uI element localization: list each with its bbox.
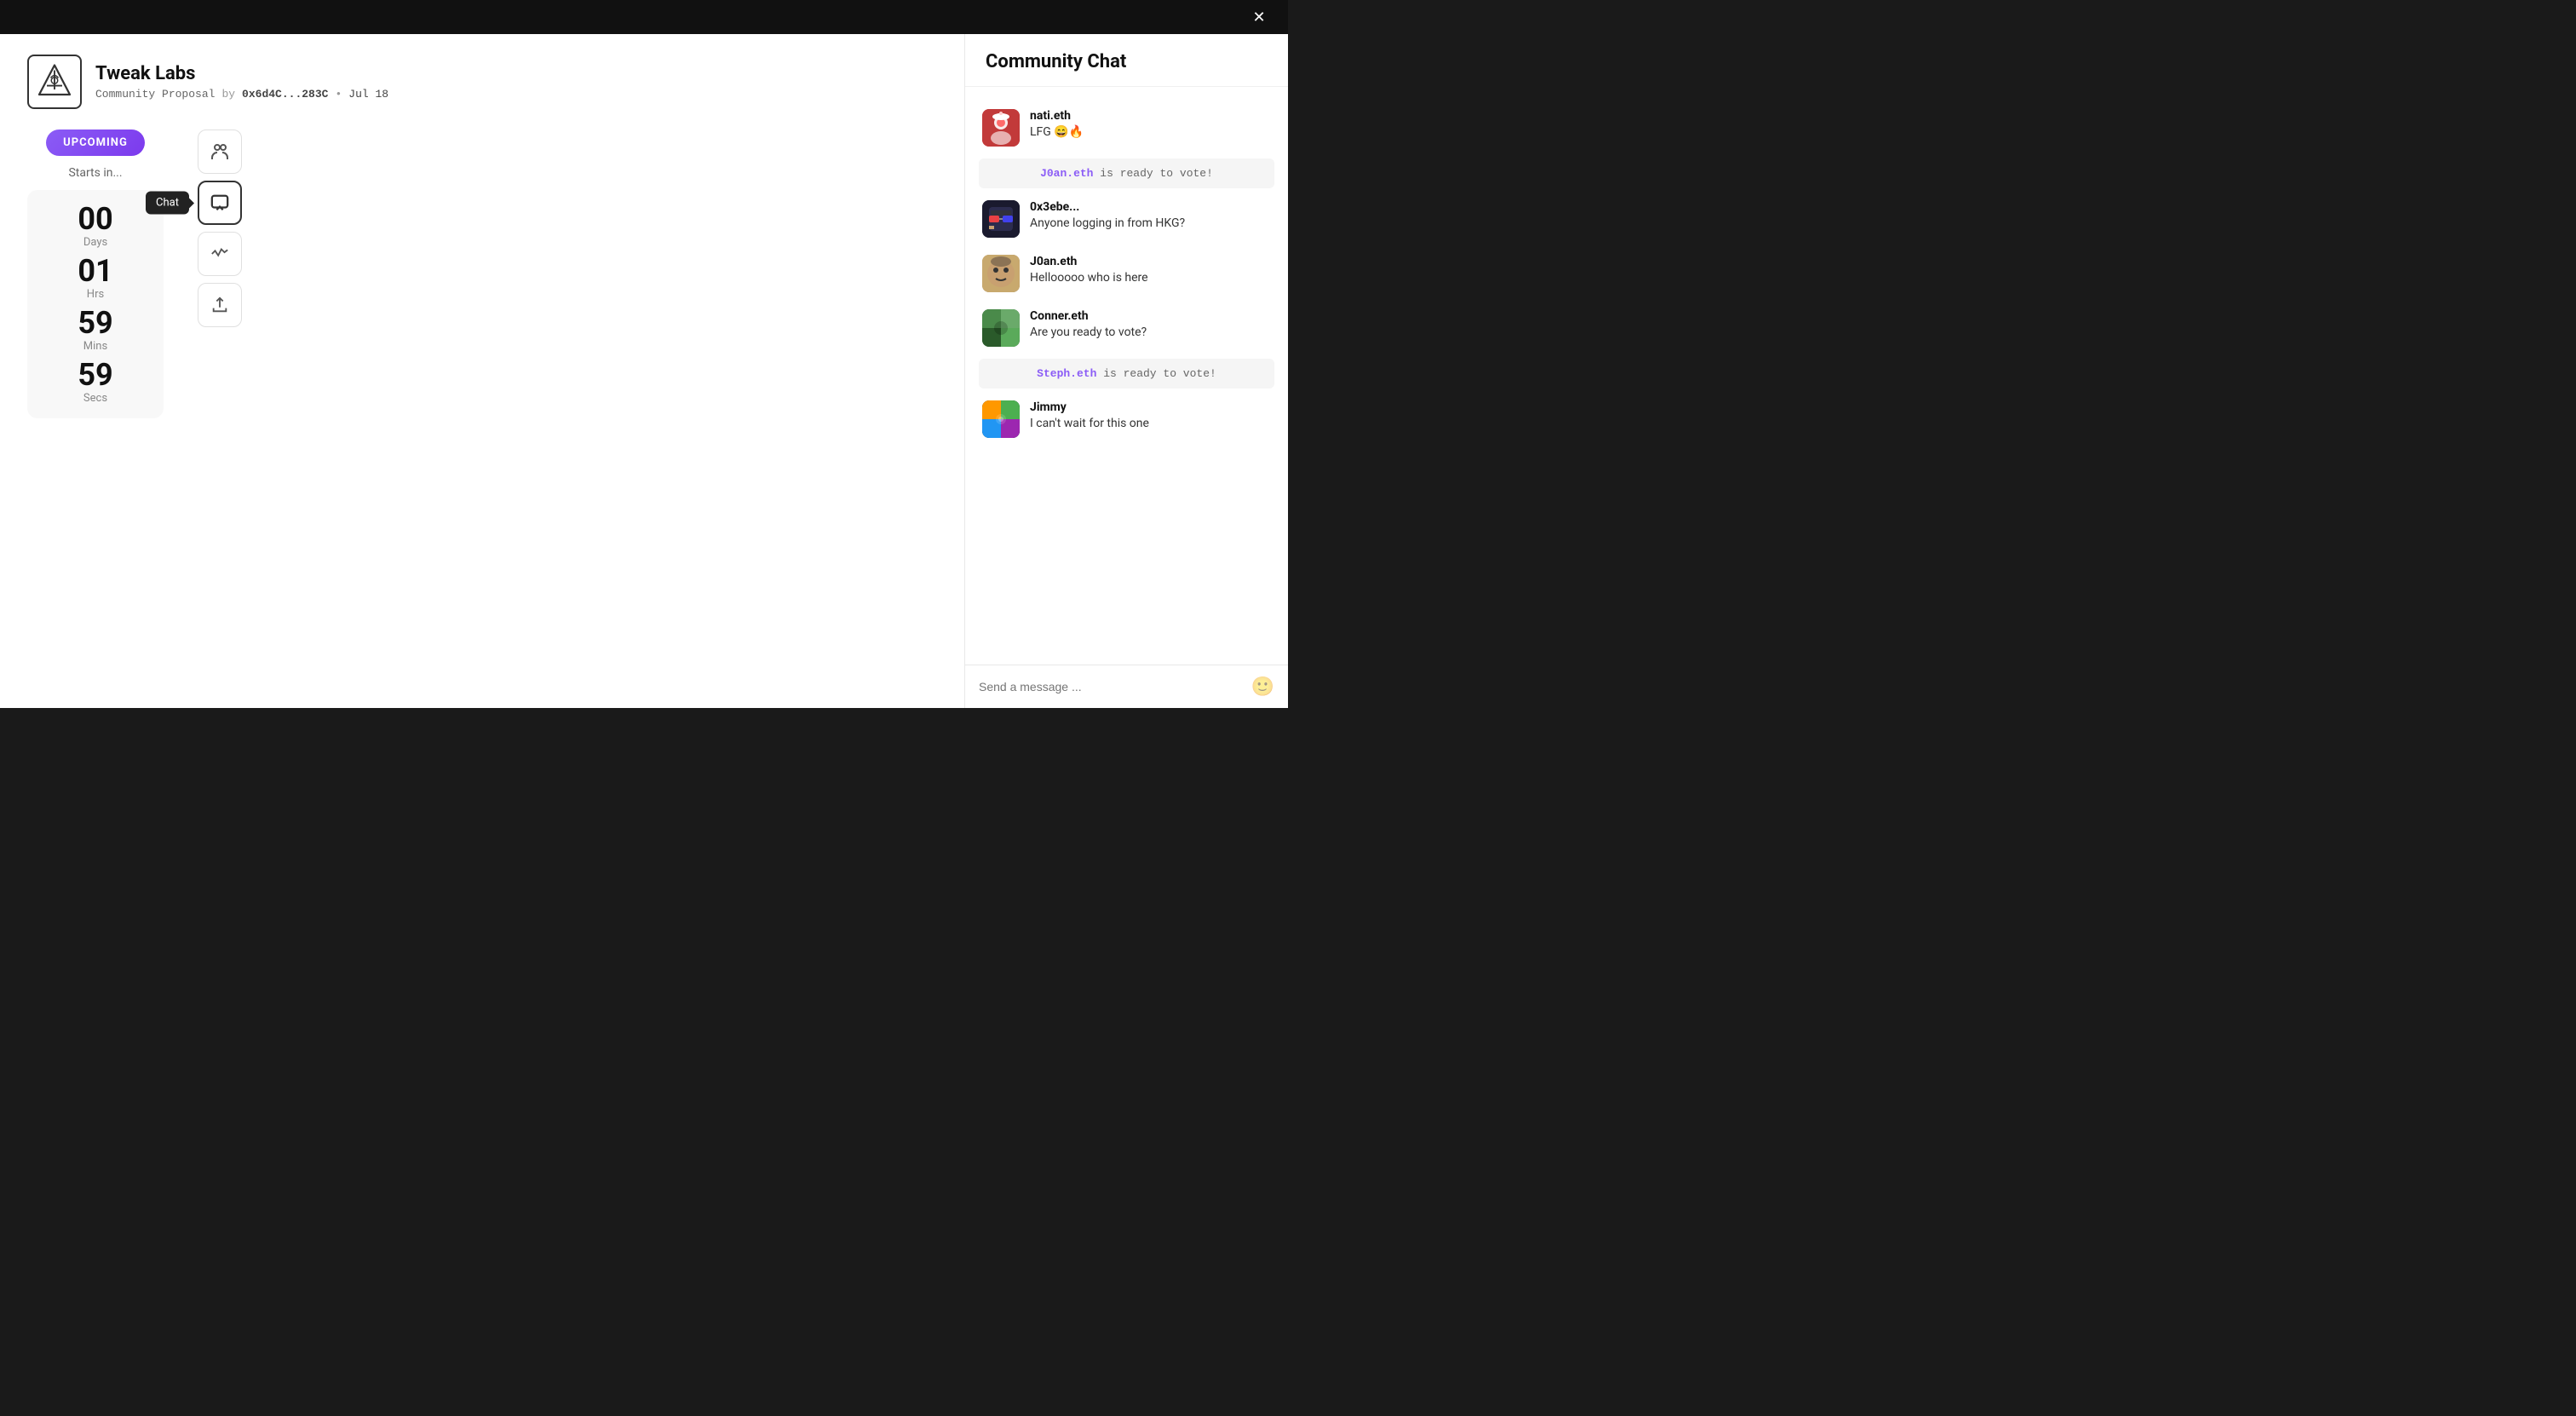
avatar-conner-image xyxy=(982,309,1020,347)
mins-value: 59 xyxy=(78,308,112,338)
message-text-2: Anyone logging in from HKG? xyxy=(1030,216,1185,230)
main-container: Tweak Labs Community Proposal by 0x6d4C.… xyxy=(0,34,1288,708)
activity-button[interactable] xyxy=(198,232,242,276)
image-section-wrapper: Chat xyxy=(184,130,242,445)
system-address-1: J0an.eth xyxy=(1040,167,1093,180)
chat-icon xyxy=(210,193,229,212)
countdown-grid: 00 Days 01 Hrs 59 Mins 59 Secs xyxy=(27,190,164,418)
message-content-1: nati.eth LFG 😄🔥 xyxy=(1030,109,1084,139)
chat-message-5: Jimmy I can't wait for this one xyxy=(965,392,1288,446)
system-text-2: is ready to vote! xyxy=(1096,367,1216,380)
countdown-secs: 59 Secs xyxy=(44,360,147,405)
system-message-2: Steph.eth is ready to vote! xyxy=(979,359,1274,389)
proposal-header: Tweak Labs Community Proposal by 0x6d4C.… xyxy=(27,55,937,109)
system-message-1: J0an.eth is ready to vote! xyxy=(979,158,1274,188)
proposal-title: Tweak Labs xyxy=(95,63,388,84)
message-content-3: J0an.eth Hellooooo who is here xyxy=(1030,255,1148,285)
secs-value: 59 xyxy=(78,360,112,390)
message-text-5: I can't wait for this one xyxy=(1030,417,1149,430)
activity-icon xyxy=(210,245,229,263)
message-username-3: J0an.eth xyxy=(1030,255,1148,268)
share-button[interactable] xyxy=(198,283,242,327)
system-text-1: is ready to vote! xyxy=(1093,167,1212,180)
message-content-4: Conner.eth Are you ready to vote? xyxy=(1030,309,1147,339)
avatar-jimmy-image xyxy=(982,400,1020,438)
chat-message-4: Conner.eth Are you ready to vote? xyxy=(965,301,1288,355)
message-username-1: nati.eth xyxy=(1030,109,1084,123)
chat-message-2: 0x3ebe... Anyone logging in from HKG? xyxy=(965,192,1288,246)
people-icon xyxy=(210,141,230,162)
starts-in-label: Starts in... xyxy=(68,166,122,180)
chat-input[interactable] xyxy=(979,680,1243,694)
system-address-2: Steph.eth xyxy=(1037,367,1096,380)
chat-button-wrapper: Chat xyxy=(198,181,242,225)
secs-label: Secs xyxy=(83,392,107,405)
emoji-button[interactable]: 🙂 xyxy=(1251,676,1274,698)
avatar-0x3ebe-image xyxy=(982,200,1020,238)
message-username-2: 0x3ebe... xyxy=(1030,200,1185,214)
chat-message-3: J0an.eth Hellooooo who is here xyxy=(965,246,1288,301)
message-text-4: Are you ready to vote? xyxy=(1030,325,1147,339)
countdown-section: UPCOMING Starts in... 00 Days 01 Hrs 59 … xyxy=(27,130,164,418)
content-area: UPCOMING Starts in... 00 Days 01 Hrs 59 … xyxy=(27,130,937,445)
message-text-1: LFG 😄🔥 xyxy=(1030,125,1084,139)
chat-button[interactable] xyxy=(198,181,242,225)
avatar-nati xyxy=(982,109,1020,147)
message-content-5: Jimmy I can't wait for this one xyxy=(1030,400,1149,430)
upcoming-badge: UPCOMING xyxy=(46,130,145,156)
header-info: Tweak Labs Community Proposal by 0x6d4C.… xyxy=(95,63,388,101)
chat-input-area: 🙂 xyxy=(965,665,1288,708)
message-content-2: 0x3ebe... Anyone logging in from HKG? xyxy=(1030,200,1185,230)
chat-message-1: nati.eth LFG 😄🔥 xyxy=(965,101,1288,155)
countdown-days: 00 Days xyxy=(44,204,147,249)
by-label: by xyxy=(221,88,235,101)
avatar-joan xyxy=(982,255,1020,292)
right-panel: Community Chat n xyxy=(964,34,1288,708)
message-username-4: Conner.eth xyxy=(1030,309,1147,323)
avatar-joan-image xyxy=(982,255,1020,292)
avatar-conner xyxy=(982,309,1020,347)
chat-tooltip: Chat xyxy=(146,192,189,215)
community-chat-header: Community Chat xyxy=(965,34,1288,87)
proposal-address: 0x6d4C...283C xyxy=(242,88,328,101)
proposal-date: Jul 18 xyxy=(348,88,388,101)
share-icon xyxy=(210,296,229,314)
brand-logo xyxy=(34,61,75,102)
left-panel: Tweak Labs Community Proposal by 0x6d4C.… xyxy=(0,34,964,708)
avatar-jimmy xyxy=(982,400,1020,438)
meta-dot: • xyxy=(335,88,342,101)
avatar-0x3ebe xyxy=(982,200,1020,238)
message-text-3: Hellooooo who is here xyxy=(1030,271,1148,285)
chat-messages: nati.eth LFG 😄🔥 J0an.eth is ready to vot… xyxy=(965,87,1288,665)
side-buttons: Chat xyxy=(198,130,242,327)
people-button[interactable] xyxy=(198,130,242,174)
days-value: 00 xyxy=(78,204,112,234)
logo-container xyxy=(27,55,82,109)
hrs-label: Hrs xyxy=(87,288,104,301)
mins-label: Mins xyxy=(83,340,107,353)
close-button[interactable]: ✕ xyxy=(1247,5,1271,29)
hrs-value: 01 xyxy=(78,256,112,286)
proposal-type: Community Proposal xyxy=(95,88,215,101)
top-bar: ✕ xyxy=(0,0,1288,34)
days-label: Days xyxy=(83,236,107,249)
countdown-mins: 59 Mins xyxy=(44,308,147,353)
avatar-nati-image xyxy=(982,109,1020,147)
countdown-hrs: 01 Hrs xyxy=(44,256,147,301)
proposal-meta: Community Proposal by 0x6d4C...283C • Ju… xyxy=(95,88,388,101)
message-username-5: Jimmy xyxy=(1030,400,1149,414)
